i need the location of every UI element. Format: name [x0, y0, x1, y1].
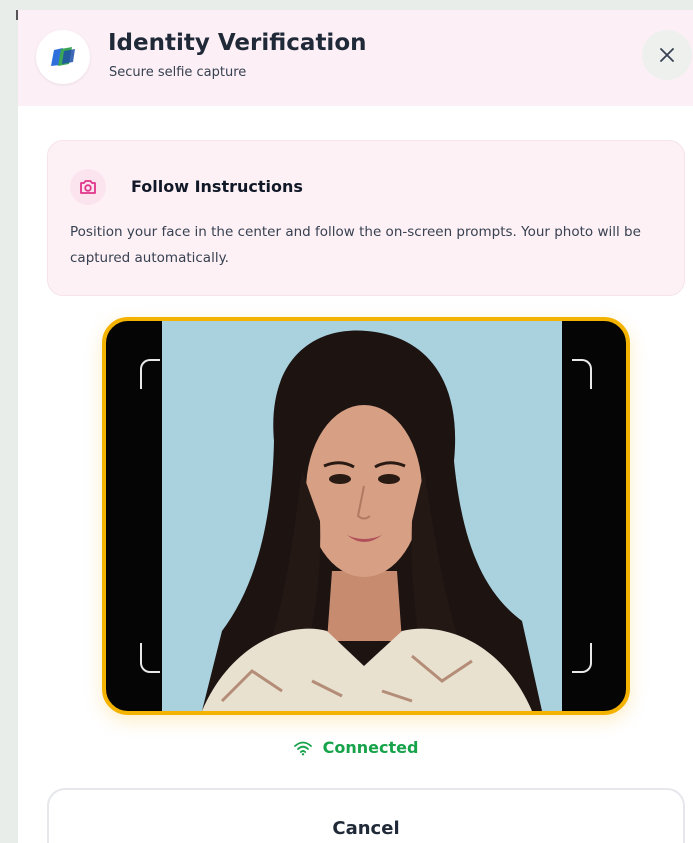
instructions-card: Follow Instructions Position your face i…: [47, 140, 685, 296]
app-logo: [36, 30, 90, 84]
id-card-logo-icon: [51, 47, 75, 66]
close-icon: [660, 48, 674, 62]
frame-corner-top-right: [572, 359, 592, 389]
frame-corner-top-left: [140, 359, 160, 389]
close-button[interactable]: [642, 30, 692, 80]
page-subtitle: Secure selfie capture: [109, 65, 247, 80]
wifi-icon: [293, 741, 312, 755]
cancel-button[interactable]: Cancel: [47, 788, 685, 843]
connection-status-label: Connected: [322, 738, 419, 757]
instructions-text: Position your face in the center and fol…: [70, 224, 641, 266]
instructions-title: Follow Instructions: [131, 177, 303, 196]
verification-modal: Identity Verification Secure selfie capt…: [18, 10, 693, 843]
frame-corner-bottom-right: [572, 643, 592, 673]
instructions-icon-badge: [70, 169, 106, 205]
selfie-video-feed: [162, 321, 562, 711]
page-title: Identity Verification: [108, 30, 367, 56]
modal-header: Identity Verification Secure selfie capt…: [18, 10, 693, 106]
frame-corner-bottom-left: [140, 643, 160, 673]
camera-preview: [102, 317, 630, 715]
connection-status: Connected: [18, 738, 693, 757]
camera-icon: [80, 180, 96, 194]
